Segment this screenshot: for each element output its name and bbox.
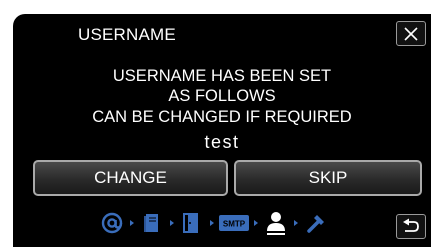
username-value: test <box>204 132 240 152</box>
at-sign-icon <box>98 209 126 237</box>
message-line-3: CAN BE CHANGED IF REQUIRED <box>92 108 352 126</box>
close-button[interactable] <box>396 21 426 46</box>
smtp-label: SMTP <box>223 220 246 229</box>
back-button[interactable] <box>396 214 426 239</box>
step-arrow <box>254 220 258 226</box>
close-icon <box>404 26 418 41</box>
step-arrow <box>210 220 214 226</box>
message-line-1: USERNAME HAS BEEN SET <box>112 67 332 85</box>
skip-button[interactable]: SKIP <box>234 160 422 196</box>
dialog-screen: USERNAME USERNAME HAS BEEN SET AS FOLLOW… <box>13 14 431 247</box>
door-icon <box>178 209 206 237</box>
change-button[interactable]: CHANGE <box>33 160 228 196</box>
page-title: USERNAME <box>78 25 176 44</box>
return-arrow-icon <box>403 218 419 232</box>
setup-steps-indicator: SMTP <box>98 207 363 239</box>
step-arrow <box>294 220 298 226</box>
step-arrow <box>130 220 134 226</box>
message-line-2: AS FOLLOWS <box>168 87 276 105</box>
book-icon <box>138 209 166 237</box>
smtp-icon: SMTP <box>218 209 250 237</box>
wrench-icon <box>302 209 330 237</box>
user-icon <box>262 209 290 237</box>
step-arrow <box>170 220 174 226</box>
